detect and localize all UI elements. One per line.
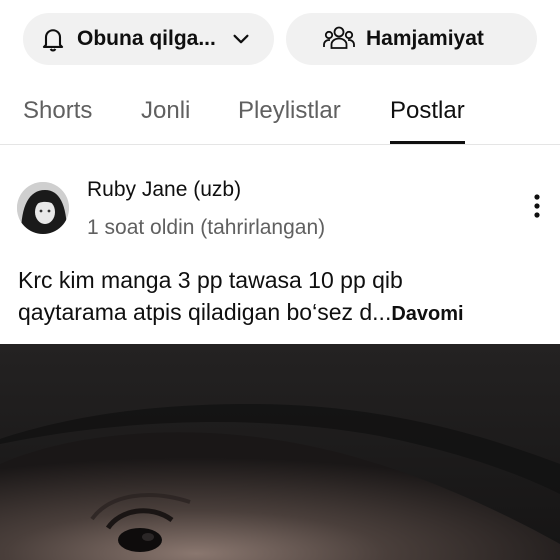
community-button-label: Hamjamiyat <box>366 27 484 50</box>
post-text-truncated: qaytarama atpis qiladigan bo‘sez d... <box>18 299 392 325</box>
tab-playlists[interactable]: Pleylistlar <box>238 90 341 144</box>
post-text-line: Krc kim manga 3 pp tawasa 10 pp qib <box>18 267 403 293</box>
post-photo <box>0 344 560 560</box>
post-menu-button[interactable] <box>524 192 550 222</box>
tabs-divider <box>0 144 560 145</box>
people-icon <box>323 26 355 49</box>
post-header: Ruby Jane (uzb) 1 soat oldin (tahrirlang… <box>0 170 560 250</box>
post-text-line-2: qaytarama atpis qiladigan bo‘sez d...Dav… <box>18 296 538 330</box>
tab-label: Postlar <box>390 97 465 124</box>
post-timestamp: 1 soat oldin (tahrirlangan) <box>87 216 326 239</box>
chevron-down-icon <box>233 34 249 44</box>
bell-icon <box>42 29 64 52</box>
avatar[interactable] <box>17 182 69 234</box>
tab-label: Pleylistlar <box>238 97 341 124</box>
tab-live[interactable]: Jonli <box>141 90 190 144</box>
subscribed-button-label: Obuna qilga... <box>77 27 216 50</box>
more-vert-icon <box>534 194 540 218</box>
tab-shorts[interactable]: Shorts <box>23 90 92 144</box>
subscribed-button[interactable]: Obuna qilga... <box>23 13 274 65</box>
post-author-name[interactable]: Ruby Jane (uzb) <box>87 178 241 202</box>
channel-tabs: Shorts Jonli Pleylistlar Postlar <box>0 90 560 144</box>
tab-posts[interactable]: Postlar <box>390 90 465 144</box>
avatar-image <box>17 182 69 234</box>
read-more-link[interactable]: Davomi <box>391 303 463 325</box>
channel-action-chips: Obuna qilga... Hamjamiyat <box>23 13 560 65</box>
community-button[interactable]: Hamjamiyat <box>286 13 537 65</box>
tab-label: Jonli <box>141 97 191 124</box>
tab-label: Shorts <box>23 97 93 124</box>
post-image[interactable] <box>0 344 560 560</box>
post-body: Krc kim manga 3 pp tawasa 10 pp qib qayt… <box>18 264 538 330</box>
